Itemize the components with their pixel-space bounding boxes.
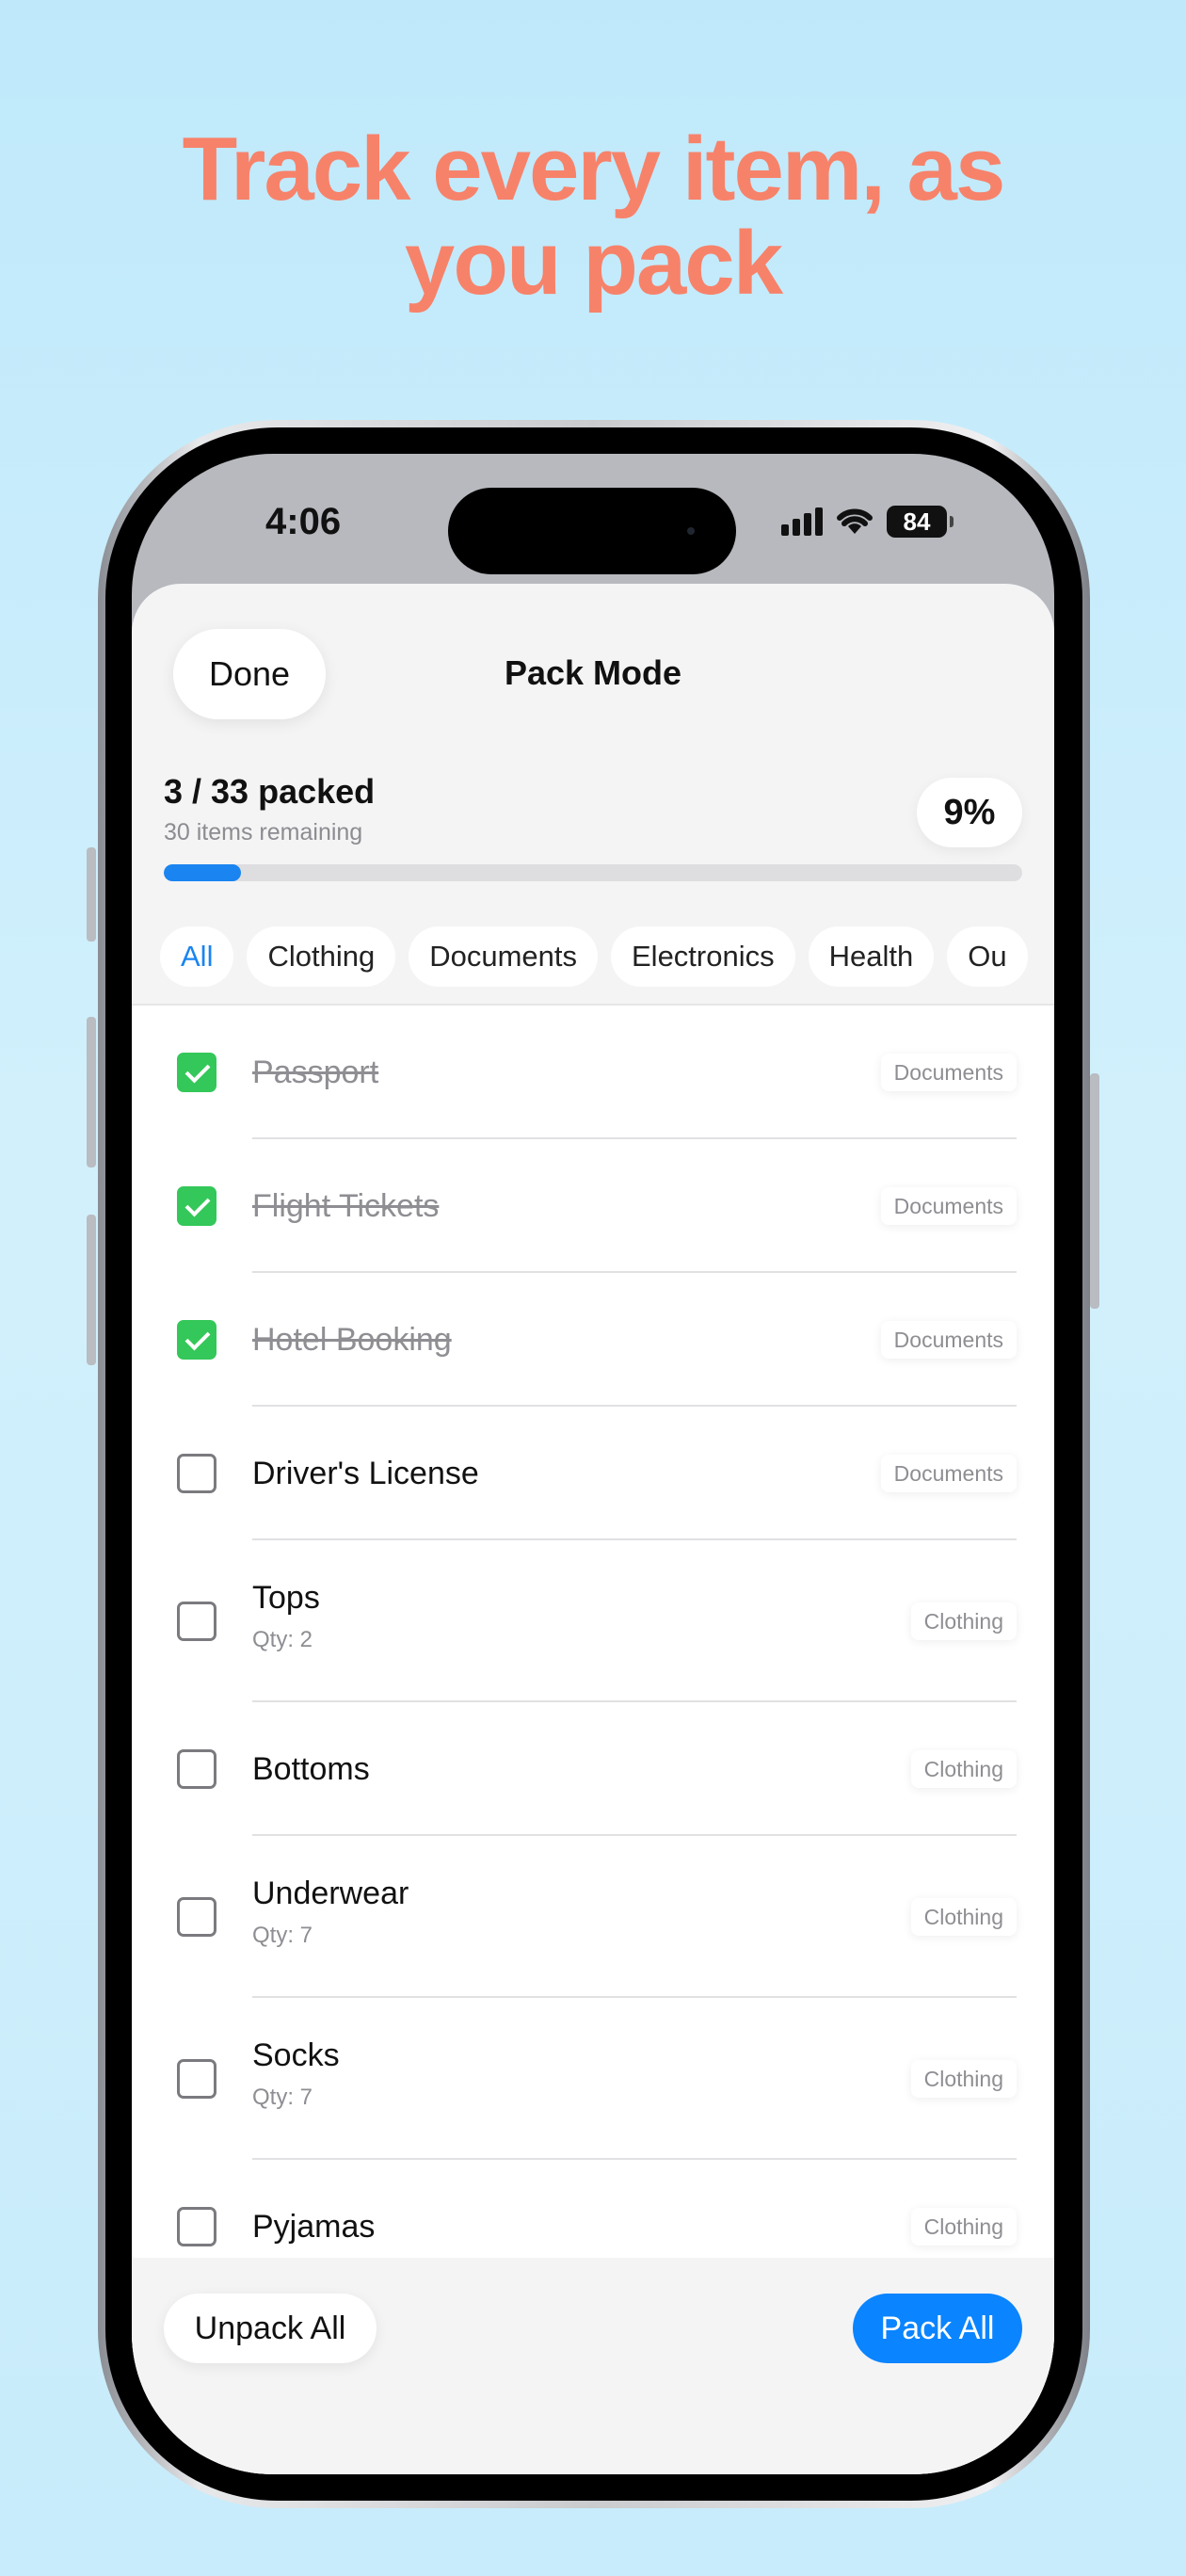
filter-chip-all[interactable]: All	[160, 926, 234, 987]
packing-list: Passport Documents Flight Tickets Documents…	[132, 1006, 1054, 2258]
camera-dot	[687, 527, 695, 535]
phone-volume-up-button	[87, 1017, 96, 1167]
item-name: Passport	[252, 1055, 379, 1090]
category-tag: Documents	[880, 1321, 1017, 1359]
list-item[interactable]: Hotel Booking Documents	[132, 1273, 1054, 1407]
item-quantity: Qty: 7	[252, 1923, 313, 1948]
cellular-signal-icon	[781, 507, 823, 536]
status-bar: 4:06 84	[132, 454, 1054, 586]
item-name: Underwear	[252, 1876, 409, 1911]
category-tag: Clothing	[910, 2208, 1017, 2246]
headline: Track every item, as you pack	[0, 122, 1186, 311]
filter-chip-documents[interactable]: Documents	[409, 926, 598, 987]
page-title: Pack Mode	[504, 653, 682, 692]
bottom-bar: Unpack All Pack All	[132, 2258, 1054, 2474]
phone-screen: 4:06 84 Done Pack Mode 3 / 33 packed 30 …	[132, 454, 1054, 2474]
list-item[interactable]: Passport Documents	[132, 1006, 1054, 1139]
item-name: Flight Tickets	[252, 1188, 440, 1224]
checked-checkbox[interactable]	[177, 1053, 216, 1092]
category-tag: Documents	[880, 1455, 1017, 1492]
status-time: 4:06	[265, 501, 342, 542]
unchecked-checkbox[interactable]	[177, 1454, 216, 1493]
headline-line-2: you pack	[404, 213, 783, 314]
checked-checkbox[interactable]	[177, 1320, 216, 1360]
filter-chip-electronics[interactable]: Electronics	[611, 926, 795, 987]
filter-chip-ou[interactable]: Ou	[947, 926, 1028, 987]
packed-count: 3 / 33 packed	[164, 772, 376, 811]
list-item[interactable]: Tops Qty: 2 Clothing	[132, 1540, 1054, 1702]
list-item[interactable]: Flight Tickets Documents	[132, 1139, 1054, 1273]
category-tag: Clothing	[910, 1898, 1017, 1936]
item-name: Pyjamas	[252, 2209, 376, 2245]
item-name: Hotel Booking	[252, 1322, 452, 1358]
category-tag: Clothing	[910, 1750, 1017, 1788]
category-tag: Documents	[880, 1187, 1017, 1225]
unchecked-checkbox[interactable]	[177, 1749, 216, 1789]
unchecked-checkbox[interactable]	[177, 1897, 216, 1937]
headline-line-1: Track every item, as	[182, 119, 1006, 219]
item-name: Driver's License	[252, 1456, 479, 1491]
pack-mode-sheet: Done Pack Mode 3 / 33 packed 30 items re…	[132, 584, 1054, 2474]
list-item[interactable]: Underwear Qty: 7 Clothing	[132, 1836, 1054, 1998]
percent-badge: 9%	[917, 778, 1022, 847]
phone-action-button	[87, 847, 96, 942]
filter-chip-clothing[interactable]: Clothing	[247, 926, 396, 987]
battery-icon: 84	[887, 506, 954, 538]
pack-all-button[interactable]: Pack All	[853, 2294, 1022, 2363]
progress-bar	[164, 864, 1022, 881]
list-item[interactable]: Driver's License Documents	[132, 1407, 1054, 1540]
unchecked-checkbox[interactable]	[177, 2059, 216, 2099]
progress-bar-fill	[164, 864, 242, 881]
unchecked-checkbox[interactable]	[177, 1602, 216, 1641]
list-item[interactable]: Pyjamas Clothing	[132, 2160, 1054, 2258]
status-icons: 84	[781, 503, 954, 540]
category-tag: Clothing	[910, 2060, 1017, 2098]
category-tag: Documents	[880, 1054, 1017, 1091]
list-item[interactable]: Socks Qty: 7 Clothing	[132, 1998, 1054, 2160]
battery-level: 84	[903, 507, 931, 536]
phone-power-button	[1090, 1073, 1099, 1309]
unchecked-checkbox[interactable]	[177, 2207, 216, 2246]
phone-volume-down-button	[87, 1215, 96, 1365]
category-filter-bar: All Clothing Documents Electronics Health Ou	[160, 926, 1041, 987]
item-name: Bottoms	[252, 1751, 370, 1787]
filter-chip-health[interactable]: Health	[808, 926, 935, 987]
item-name: Tops	[252, 1580, 320, 1616]
wifi-icon	[837, 508, 873, 534]
unpack-all-button[interactable]: Unpack All	[164, 2294, 377, 2363]
category-tag: Clothing	[910, 1602, 1017, 1640]
items-remaining: 30 items remaining	[164, 819, 363, 845]
checked-checkbox[interactable]	[177, 1186, 216, 1226]
item-name: Socks	[252, 2037, 340, 2073]
item-quantity: Qty: 7	[252, 2085, 313, 2110]
item-quantity: Qty: 2	[252, 1627, 313, 1652]
list-item[interactable]: Bottoms Clothing	[132, 1702, 1054, 1836]
